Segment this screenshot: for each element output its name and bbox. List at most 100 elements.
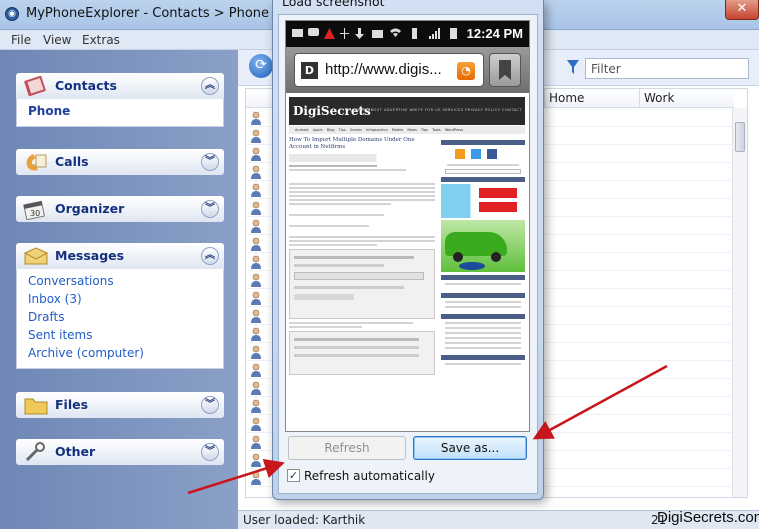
grid-scrollbar[interactable] — [732, 108, 747, 497]
calendar-icon: 30 — [23, 200, 46, 220]
group-other-label: Other — [55, 444, 96, 459]
article-screenshot — [289, 331, 435, 375]
site-top-nav: HOME ABOUT ADVERTISE WRITE FOR US SERVIC… — [353, 108, 522, 112]
sidebar-widget-head — [441, 314, 525, 319]
article-spacer — [289, 229, 435, 234]
group-organizer-label: Organizer — [55, 201, 125, 216]
phone-time: 12:24 PM — [466, 26, 523, 41]
phone-status-icon-mail — [292, 29, 303, 37]
sidebar-item-conversations[interactable]: Conversations — [17, 272, 223, 290]
sidebar-line — [445, 342, 521, 344]
article-line — [289, 236, 435, 238]
group-organizer-header[interactable]: 30 Organizer ︾ — [16, 196, 224, 222]
sidebar-item-drafts[interactable]: Drafts — [17, 308, 223, 326]
group-files-header[interactable]: Files ︾ — [16, 392, 224, 418]
contact-person-icon — [251, 147, 261, 161]
group-other-header[interactable]: Other ︾ — [16, 439, 224, 465]
group-messages-label: Messages — [55, 248, 125, 263]
contact-person-icon — [251, 309, 261, 323]
group-calls-header[interactable]: Calls ︾ — [16, 149, 224, 175]
article-line — [289, 225, 370, 227]
status-user: User loaded: Karthik — [243, 513, 366, 527]
folder-icon — [24, 398, 48, 415]
phone-screenshot: 12:24 PM D http://www.digis... ◔ DigiSec… — [285, 20, 530, 432]
phone-status-icon-signal — [429, 28, 440, 39]
phone-webpage: DigiSecrets HOME ABOUT ADVERTISE WRITE F… — [286, 93, 529, 431]
watermark: DigiSecrets.com — [657, 509, 759, 526]
contacts-book-icon — [24, 75, 46, 97]
chevron-up-icon[interactable]: ︽ — [201, 77, 219, 95]
article-spacer — [289, 207, 435, 212]
col-head-home[interactable]: Home — [544, 89, 639, 108]
sidebar-item-archive[interactable]: Archive (computer) — [17, 344, 223, 362]
phone-handset-icon — [26, 154, 47, 171]
sidebar-item-inbox[interactable]: Inbox (3) — [17, 290, 223, 308]
sidebar-item-sent[interactable]: Sent items — [17, 326, 223, 344]
grid-scrollbar-thumb[interactable] — [735, 122, 745, 152]
article-line — [289, 169, 406, 171]
contact-person-icon — [251, 399, 261, 413]
contact-person-icon — [251, 435, 261, 449]
contact-person-icon — [251, 417, 261, 431]
main-window: ◉ MyPhoneExplorer - Contacts > Phone ✕ F… — [0, 0, 759, 529]
phone-status-icon-warning — [324, 28, 335, 39]
group-calls-label: Calls — [55, 154, 89, 169]
contact-person-icon — [251, 327, 261, 341]
chevron-down-icon[interactable]: ︾ — [201, 153, 219, 171]
contact-person-icon — [251, 165, 261, 179]
site-category-nav: Android Apple Blog Tips Games Infographi… — [289, 126, 525, 134]
social-icons — [441, 147, 525, 161]
article-line — [289, 322, 414, 324]
refresh-automatically-label[interactable]: Refresh automatically — [304, 469, 435, 483]
menu-view[interactable]: View — [43, 33, 71, 47]
article-spacer — [289, 218, 435, 223]
bookmark-icon — [489, 53, 521, 87]
save-as-button[interactable]: Save as... — [413, 436, 527, 460]
sidebar-line — [445, 363, 521, 365]
sidebar-line — [445, 332, 521, 334]
filter-funnel-icon — [567, 60, 579, 74]
sidebar-widget-head — [441, 140, 525, 145]
site-article: How To Import Multiple Domains Under One… — [289, 137, 435, 431]
phone-status-icon-vibrate — [412, 28, 417, 39]
group-messages-header[interactable]: Messages ︽ — [16, 243, 224, 269]
article-line — [289, 183, 435, 185]
article-line — [289, 203, 392, 205]
site-ad-banner — [441, 184, 525, 218]
chevron-down-icon[interactable]: ︾ — [201, 396, 219, 414]
phone-url-field: D http://www.digis... ◔ — [294, 53, 484, 87]
refresh-button[interactable]: Refresh — [288, 436, 406, 460]
close-window-button[interactable]: ✕ — [725, 0, 759, 20]
phone-url-text: http://www.digis... — [325, 61, 442, 78]
chevron-down-icon[interactable]: ︾ — [201, 200, 219, 218]
app-logo-icon: ◉ — [5, 7, 19, 21]
chevron-up-icon[interactable]: ︽ — [201, 247, 219, 265]
contact-person-icon — [251, 201, 261, 215]
svg-text:30: 30 — [30, 209, 40, 218]
contact-person-icon — [251, 183, 261, 197]
group-messages-body: Conversations Inbox (3) Drafts Sent item… — [16, 269, 224, 369]
sidebar-item-phone[interactable]: Phone — [17, 102, 223, 120]
rss-icon: ◔ — [457, 62, 475, 80]
article-spacer — [289, 173, 435, 181]
site-sidebar — [441, 137, 525, 431]
refresh-automatically-checkbox[interactable]: ✓ — [287, 469, 300, 482]
sidebar-widget-head — [441, 293, 525, 298]
refresh-toolbar-icon[interactable]: ⟳ — [249, 54, 273, 78]
contact-person-icon — [251, 345, 261, 359]
sidebar-line — [445, 337, 521, 339]
article-line — [289, 165, 377, 167]
chevron-down-icon[interactable]: ︾ — [201, 443, 219, 461]
article-title: How To Import Multiple Domains Under One… — [289, 137, 415, 150]
menu-file[interactable]: File — [11, 33, 31, 47]
group-contacts-header[interactable]: Contacts ︽ — [16, 73, 224, 99]
subscribe-field — [445, 169, 521, 174]
col-head-work[interactable]: Work — [639, 89, 734, 108]
sidebar-line — [445, 283, 521, 285]
sidebar-line — [445, 347, 521, 349]
filter-input[interactable] — [585, 58, 749, 79]
envelope-icon — [24, 247, 48, 265]
phone-status-icon-download — [355, 28, 364, 39]
menu-extras[interactable]: Extras — [82, 33, 120, 47]
group-contacts-body: Phone — [16, 99, 224, 127]
